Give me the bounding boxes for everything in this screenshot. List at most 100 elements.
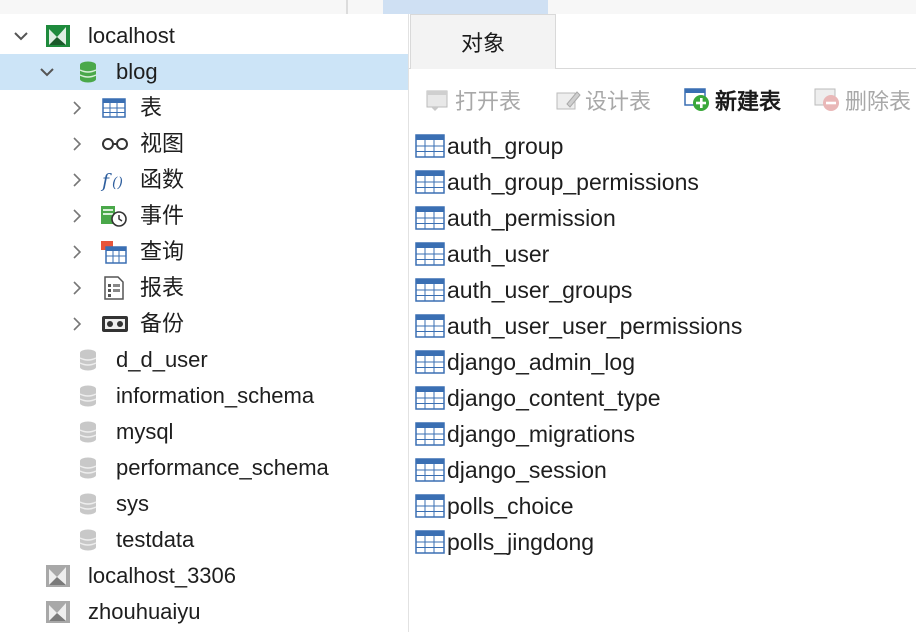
- tree-node-tables[interactable]: 表: [0, 90, 408, 126]
- database-icon: [76, 349, 100, 371]
- tree-database-mysql[interactable]: mysql: [0, 414, 408, 450]
- chevron-right-icon[interactable]: [68, 270, 86, 306]
- table-name: django_admin_log: [447, 348, 635, 375]
- table-item[interactable]: django_session: [413, 452, 607, 488]
- function-icon: f(): [100, 169, 130, 192]
- tree-node-events[interactable]: 事件: [0, 198, 408, 234]
- tree-database-sys[interactable]: sys: [0, 486, 408, 522]
- delete-table-button[interactable]: 删除表: [813, 83, 911, 117]
- table-item[interactable]: auth_user_user_permissions: [413, 308, 742, 344]
- table-icon: [413, 167, 447, 197]
- strip-divider: [346, 0, 348, 14]
- table-icon: [413, 419, 447, 449]
- table-item[interactable]: django_admin_log: [413, 344, 635, 380]
- backup-icon: [100, 313, 130, 335]
- chevron-right-icon[interactable]: [68, 162, 86, 198]
- view-icon: [100, 133, 130, 155]
- tree-node-backups[interactable]: 备份: [0, 306, 408, 342]
- tree-label: zhouhuaiyu: [88, 599, 201, 624]
- connection-icon: [46, 601, 70, 623]
- tab-objects[interactable]: 对象: [410, 14, 556, 69]
- table-name: auth_user: [447, 240, 550, 267]
- tree-label: 查询: [140, 239, 185, 264]
- table-icon: [413, 203, 447, 233]
- design-table-icon: [553, 85, 583, 115]
- table-item[interactable]: auth_permission: [413, 200, 616, 236]
- design-table-button[interactable]: 设计表: [553, 83, 651, 117]
- table-item[interactable]: polls_choice: [413, 488, 574, 524]
- table-icon: [413, 131, 447, 161]
- open-table-icon: [423, 85, 453, 115]
- chevron-down-icon[interactable]: [12, 18, 30, 54]
- tree-database-d_d_user[interactable]: d_d_user: [0, 342, 408, 378]
- new-table-icon: [683, 85, 713, 115]
- tree-connection-localhost_3306[interactable]: localhost_3306: [0, 558, 408, 594]
- tree-node-queries[interactable]: 查询: [0, 234, 408, 270]
- tree-label: mysql: [116, 419, 174, 444]
- table-item[interactable]: django_migrations: [413, 416, 635, 452]
- database-icon: [76, 529, 100, 551]
- table-item[interactable]: auth_group: [413, 128, 563, 164]
- svg-text:(): (): [112, 175, 123, 191]
- chevron-right-icon[interactable]: [68, 126, 86, 162]
- tree-label: performance_schema: [116, 455, 329, 480]
- tree-label: 视图: [140, 131, 185, 156]
- table-item[interactable]: django_content_type: [413, 380, 661, 416]
- tree-label: testdata: [116, 527, 195, 552]
- chevron-right-icon[interactable]: [68, 198, 86, 234]
- table-icon: [102, 97, 126, 119]
- chevron-right-icon[interactable]: [68, 234, 86, 270]
- window-top-strip: [0, 0, 916, 15]
- database-icon: [76, 421, 100, 443]
- table-name: polls_jingdong: [447, 528, 595, 555]
- tree-label: d_d_user: [116, 347, 208, 372]
- navigation-tree: localhost blog 表 视图 f() 函数 事件 查询 报表 备份 d…: [0, 14, 409, 632]
- open-table-button[interactable]: 打开表: [423, 83, 521, 117]
- table-item[interactable]: auth_user: [413, 236, 549, 272]
- table-name: polls_choice: [447, 492, 574, 519]
- tree-label: 备份: [140, 311, 185, 336]
- strip-active-tab[interactable]: [383, 0, 548, 14]
- tree-node-reports[interactable]: 报表: [0, 270, 408, 306]
- tree-database-blog[interactable]: blog: [0, 54, 408, 90]
- database-icon: [76, 457, 100, 479]
- new-table-button[interactable]: 新建表: [683, 83, 781, 117]
- tree-label: localhost_3306: [88, 563, 237, 588]
- chevron-right-icon[interactable]: [68, 90, 86, 126]
- table-item[interactable]: polls_jingdong: [413, 524, 594, 560]
- chevron-right-icon[interactable]: [68, 306, 86, 342]
- object-toolbar: 打开表 设计表 新建表 删除表: [409, 69, 916, 131]
- table-name: django_content_type: [447, 384, 661, 411]
- table-item[interactable]: auth_user_groups: [413, 272, 632, 308]
- tree-label: blog: [116, 59, 158, 84]
- table-name: auth_permission: [447, 204, 616, 231]
- new-table-label: 新建表: [715, 89, 782, 114]
- tree-database-information_schema[interactable]: information_schema: [0, 378, 408, 414]
- tree-connection-zhouhuaiyu[interactable]: zhouhuaiyu: [0, 594, 408, 630]
- table-name: django_session: [447, 456, 607, 483]
- tree-connection-localhost[interactable]: localhost: [0, 18, 408, 54]
- connection-icon: [46, 565, 70, 587]
- tree-label: 表: [140, 95, 163, 120]
- table-icon: [413, 455, 447, 485]
- report-icon: [102, 276, 126, 300]
- table-item[interactable]: auth_group_permissions: [413, 164, 699, 200]
- table-icon: [413, 347, 447, 377]
- table-icon: [413, 527, 447, 557]
- tree-label: localhost: [88, 23, 175, 48]
- table-icon: [413, 239, 447, 269]
- table-name: auth_user_groups: [447, 276, 633, 303]
- connection-icon: [46, 25, 70, 47]
- svg-text:f: f: [100, 170, 112, 192]
- table-icon: [413, 311, 447, 341]
- tree-label: information_schema: [116, 383, 315, 408]
- tree-node-views[interactable]: 视图: [0, 126, 408, 162]
- event-clock-icon: [100, 205, 130, 227]
- tree-database-performance_schema[interactable]: performance_schema: [0, 450, 408, 486]
- tree-node-functions[interactable]: f() 函数: [0, 162, 408, 198]
- chevron-down-icon[interactable]: [38, 54, 56, 90]
- table-name: auth_group: [447, 132, 564, 159]
- delete-table-label: 删除表: [845, 89, 912, 114]
- table-name: django_migrations: [447, 420, 635, 447]
- tree-database-testdata[interactable]: testdata: [0, 522, 408, 558]
